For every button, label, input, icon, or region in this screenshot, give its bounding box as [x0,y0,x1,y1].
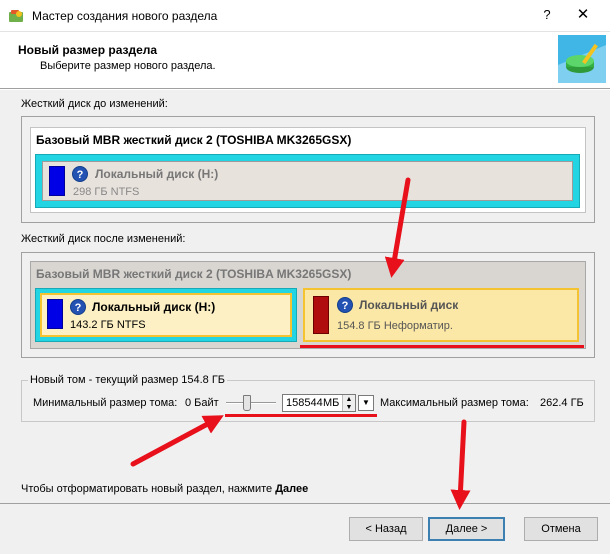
after-partition-1[interactable]: ? Локальный диск (H:) 143.2 ГБ NTFS [35,288,297,342]
min-size-label: Минимальный размер тома: [33,397,178,409]
slider-track [226,402,276,404]
next-button[interactable]: Далее > [428,517,505,541]
red-underline-size [225,414,377,417]
footer-separator [0,503,610,504]
spin-up-icon[interactable]: ▲ [343,395,355,404]
before-partition-info: 298 ГБ NTFS [73,186,140,198]
cancel-button[interactable]: Отмена [524,517,598,541]
after-partition-2-name: Локальный диск [359,298,459,312]
close-button[interactable]: ✕ [572,4,594,26]
size-slider[interactable] [224,394,278,412]
before-disk-panel: Базовый MBR жесткий диск 2 (TOSHIBA MK32… [30,127,586,213]
size-spinbox[interactable]: 158544 МБ ▲ ▼ [282,394,356,412]
app-icon [8,8,24,24]
unit-dropdown-button[interactable]: ▼ [358,395,374,411]
before-disk-title: Базовый MBR жесткий диск 2 (TOSHIBA MK32… [36,133,352,147]
window-title: Мастер создания нового раздела [32,9,218,23]
max-size-label: Максимальный размер тома: [380,397,529,409]
partition-usage-bar [49,166,65,196]
new-volume-group-label: Новый том - текущий размер 154.8 ГБ [28,374,228,386]
after-partition-2-info: 154.8 ГБ Неформатир. [337,320,453,332]
max-size-value: 262.4 ГБ [540,397,584,409]
partition-usage-bar [47,299,63,329]
spin-down-icon[interactable]: ▼ [343,404,355,411]
after-partition-1-name: Локальный диск (H:) [92,300,216,314]
size-input[interactable]: 158544 [286,397,323,409]
help-button[interactable]: ? [536,4,558,26]
page-title: Новый размер раздела [18,43,158,57]
after-disk-panel: Базовый MBR жесткий диск 2 (TOSHIBA MK32… [30,261,586,349]
back-button[interactable]: < Назад [349,517,423,541]
size-unit: МБ [323,397,340,409]
after-disk-title: Базовый MBR жесткий диск 2 (TOSHIBA MK32… [36,267,352,281]
before-label: Жесткий диск до изменений: [21,98,168,110]
hint-text: Чтобы отформатировать новый раздел, нажм… [21,483,308,495]
min-size-value: 0 Байт [185,397,219,409]
after-disk-frame: Базовый MBR жесткий диск 2 (TOSHIBA MK32… [21,252,595,358]
after-label: Жесткий диск после изменений: [21,233,186,245]
hint-text-bold: Далее [275,483,309,495]
question-icon: ? [72,166,88,182]
page-subtitle: Выберите размер нового раздела. [40,60,216,72]
hint-text-main: Чтобы отформатировать новый раздел, нажм… [21,483,276,495]
title-bar: Мастер создания нового раздела ? ✕ [0,0,610,32]
before-partition-box: ? Локальный диск (H:) 298 ГБ NTFS [42,161,573,201]
question-icon: ? [337,297,353,313]
unformatted-partition-bar [313,296,329,334]
before-partition-name: Локальный диск (H:) [95,167,219,181]
red-underline-new-partition [300,345,584,348]
before-disk-frame: Базовый MBR жесткий диск 2 (TOSHIBA MK32… [21,116,595,223]
wizard-header: Новый размер раздела Выберите размер нов… [0,33,610,89]
after-partition-1-info: 143.2 ГБ NTFS [70,319,146,331]
before-partition[interactable]: ? Локальный диск (H:) 298 ГБ NTFS [35,154,580,208]
wizard-logo-icon [558,35,606,83]
after-partition-1-box: ? Локальный диск (H:) 143.2 ГБ NTFS [40,293,292,337]
spin-buttons: ▲ ▼ [342,395,355,411]
slider-thumb[interactable] [243,395,251,411]
after-partition-2[interactable]: ? Локальный диск 154.8 ГБ Неформатир. [303,288,579,342]
question-icon: ? [70,299,86,315]
